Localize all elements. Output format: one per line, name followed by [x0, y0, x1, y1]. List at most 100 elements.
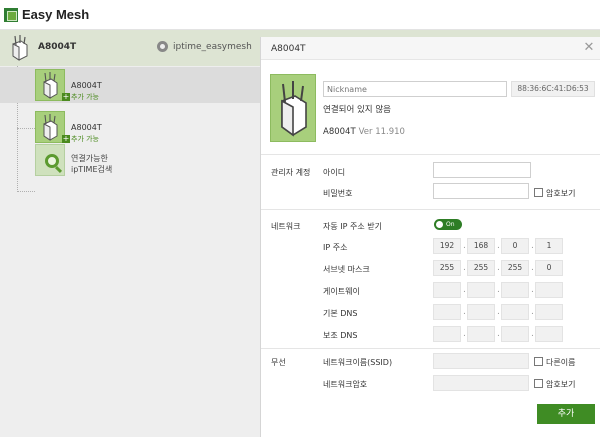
ip-dot: . — [531, 241, 534, 251]
dns2-octet-2[interactable] — [467, 326, 495, 342]
gateway-label: 게이트웨이 — [323, 287, 360, 296]
ssid-other-name-label: 다른이름 — [546, 358, 576, 367]
dns2-dot: . — [463, 329, 466, 339]
wifi-password-label: 네트워크암호 — [323, 380, 368, 389]
plus-icon: + — [62, 134, 70, 143]
gateway-octet-1[interactable] — [433, 282, 461, 298]
router-icon — [281, 81, 307, 137]
ip-octet-3[interactable]: 0 — [501, 238, 529, 254]
admin-id-input[interactable] — [433, 162, 531, 178]
mask-octet-3[interactable]: 255 — [501, 260, 529, 276]
ip-dot: . — [463, 241, 466, 251]
model-name: A8004T — [323, 127, 356, 137]
node-add-tag[interactable]: + 추가 가능 — [62, 92, 99, 102]
node-label: A8004T — [71, 81, 102, 90]
network-section-label: 네트워크 — [271, 222, 301, 231]
secondary-dns-label: 보조 DNS — [323, 331, 358, 340]
node-label: A8004T — [71, 123, 102, 132]
node-router-box — [35, 69, 65, 101]
device-settings-dialog: A8004T ✕ 88:36:6C:41:D6:53 연결되어 있지 않음 A8… — [260, 37, 600, 437]
close-icon[interactable]: ✕ — [582, 41, 596, 55]
dns1-octet-2[interactable] — [467, 304, 495, 320]
mask-dot: . — [497, 263, 500, 273]
admin-show-password-checkbox[interactable] — [534, 188, 543, 197]
tree-connector — [17, 191, 35, 192]
admin-show-password-label: 암호보기 — [546, 189, 576, 198]
gateway-dot: . — [497, 285, 500, 295]
device-image — [270, 74, 316, 142]
ip-label: IP 주소 — [323, 243, 348, 252]
app-title: Easy Mesh — [22, 7, 90, 22]
device-model: A8004T Ver 11.910 — [323, 127, 405, 137]
dialog-title: A8004T — [271, 44, 306, 54]
dns1-octet-4[interactable] — [535, 304, 563, 320]
dns1-dot: . — [463, 307, 466, 317]
dns2-octet-4[interactable] — [535, 326, 563, 342]
plus-icon: + — [62, 92, 70, 101]
ip-dot: . — [497, 241, 500, 251]
router-icon — [43, 114, 58, 141]
root-ssid-label: iptime_easymesh — [173, 42, 252, 52]
dns2-dot: . — [531, 329, 534, 339]
dns1-octet-3[interactable] — [501, 304, 529, 320]
router-icon — [43, 72, 58, 99]
search-iptime-label[interactable]: 연결가능한 ipTIME검색 — [71, 153, 112, 175]
connection-status: 연결되어 있지 않음 — [323, 105, 391, 115]
section-divider — [261, 348, 600, 349]
dns2-dot: . — [497, 329, 500, 339]
admin-pw-label: 비밀번호 — [323, 189, 353, 198]
ip-octet-1[interactable]: 192 — [433, 238, 461, 254]
ip-octet-2[interactable]: 168 — [467, 238, 495, 254]
toggle-state: On — [446, 221, 455, 228]
ip-octet-4[interactable]: 1 — [535, 238, 563, 254]
search-iptime-line2: ipTIME검색 — [71, 165, 113, 174]
section-divider — [261, 154, 600, 155]
node-router-box — [35, 111, 65, 143]
admin-section-label: 관리자 계정 — [271, 168, 311, 177]
section-divider — [261, 209, 600, 210]
search-iptime-button[interactable] — [35, 144, 65, 176]
dns2-octet-3[interactable] — [501, 326, 529, 342]
gateway-octet-4[interactable] — [535, 282, 563, 298]
admin-id-label: 아이디 — [323, 168, 346, 177]
gateway-dot: . — [531, 285, 534, 295]
firmware-version: Ver 11.910 — [358, 127, 405, 137]
node-add-label: 추가 가능 — [71, 93, 99, 101]
root-device-label: A8004T — [38, 42, 77, 52]
gateway-octet-3[interactable] — [501, 282, 529, 298]
auto-ip-toggle[interactable]: On — [434, 219, 462, 230]
dns1-dot: . — [531, 307, 534, 317]
auto-ip-label: 자동 IP 주소 받기 — [323, 222, 382, 231]
mask-dot: . — [463, 263, 466, 273]
subnet-mask-label: 서브넷 마스크 — [323, 265, 370, 274]
search-icon — [45, 154, 59, 168]
mask-dot: . — [531, 263, 534, 273]
dns2-octet-1[interactable] — [433, 326, 461, 342]
tree-node-row[interactable]: A8004T + 추가 가능 — [0, 67, 260, 103]
app-logo-icon — [4, 7, 18, 22]
wifi-show-password-label: 암호보기 — [546, 380, 576, 389]
nickname-input[interactable] — [323, 81, 507, 97]
mask-octet-1[interactable]: 255 — [433, 260, 461, 276]
wifi-password-input[interactable] — [433, 375, 529, 391]
mask-octet-2[interactable]: 255 — [467, 260, 495, 276]
node-add-tag[interactable]: + 추가 가능 — [62, 134, 99, 144]
tree-node-row[interactable]: A8004T + 추가 가능 — [0, 109, 260, 145]
dialog-header: A8004T ✕ — [261, 37, 600, 60]
gateway-dot: . — [463, 285, 466, 295]
router-icon — [12, 35, 28, 61]
toggle-knob — [436, 221, 443, 228]
add-button[interactable]: 추가 — [537, 404, 595, 424]
primary-dns-label: 기본 DNS — [323, 309, 358, 318]
ssid-input[interactable] — [433, 353, 529, 369]
admin-pw-input[interactable] — [433, 183, 529, 199]
gateway-octet-2[interactable] — [467, 282, 495, 298]
ssid-other-name-checkbox[interactable] — [534, 357, 543, 366]
wifi-show-password-checkbox[interactable] — [534, 379, 543, 388]
dns1-octet-1[interactable] — [433, 304, 461, 320]
mask-octet-4[interactable]: 0 — [535, 260, 563, 276]
wireless-section-label: 무선 — [271, 358, 286, 367]
search-iptime-line1: 연결가능한 — [71, 154, 108, 163]
title-bar: Easy Mesh — [0, 0, 600, 30]
ssid-label: 네트워크이름(SSID) — [323, 358, 393, 367]
